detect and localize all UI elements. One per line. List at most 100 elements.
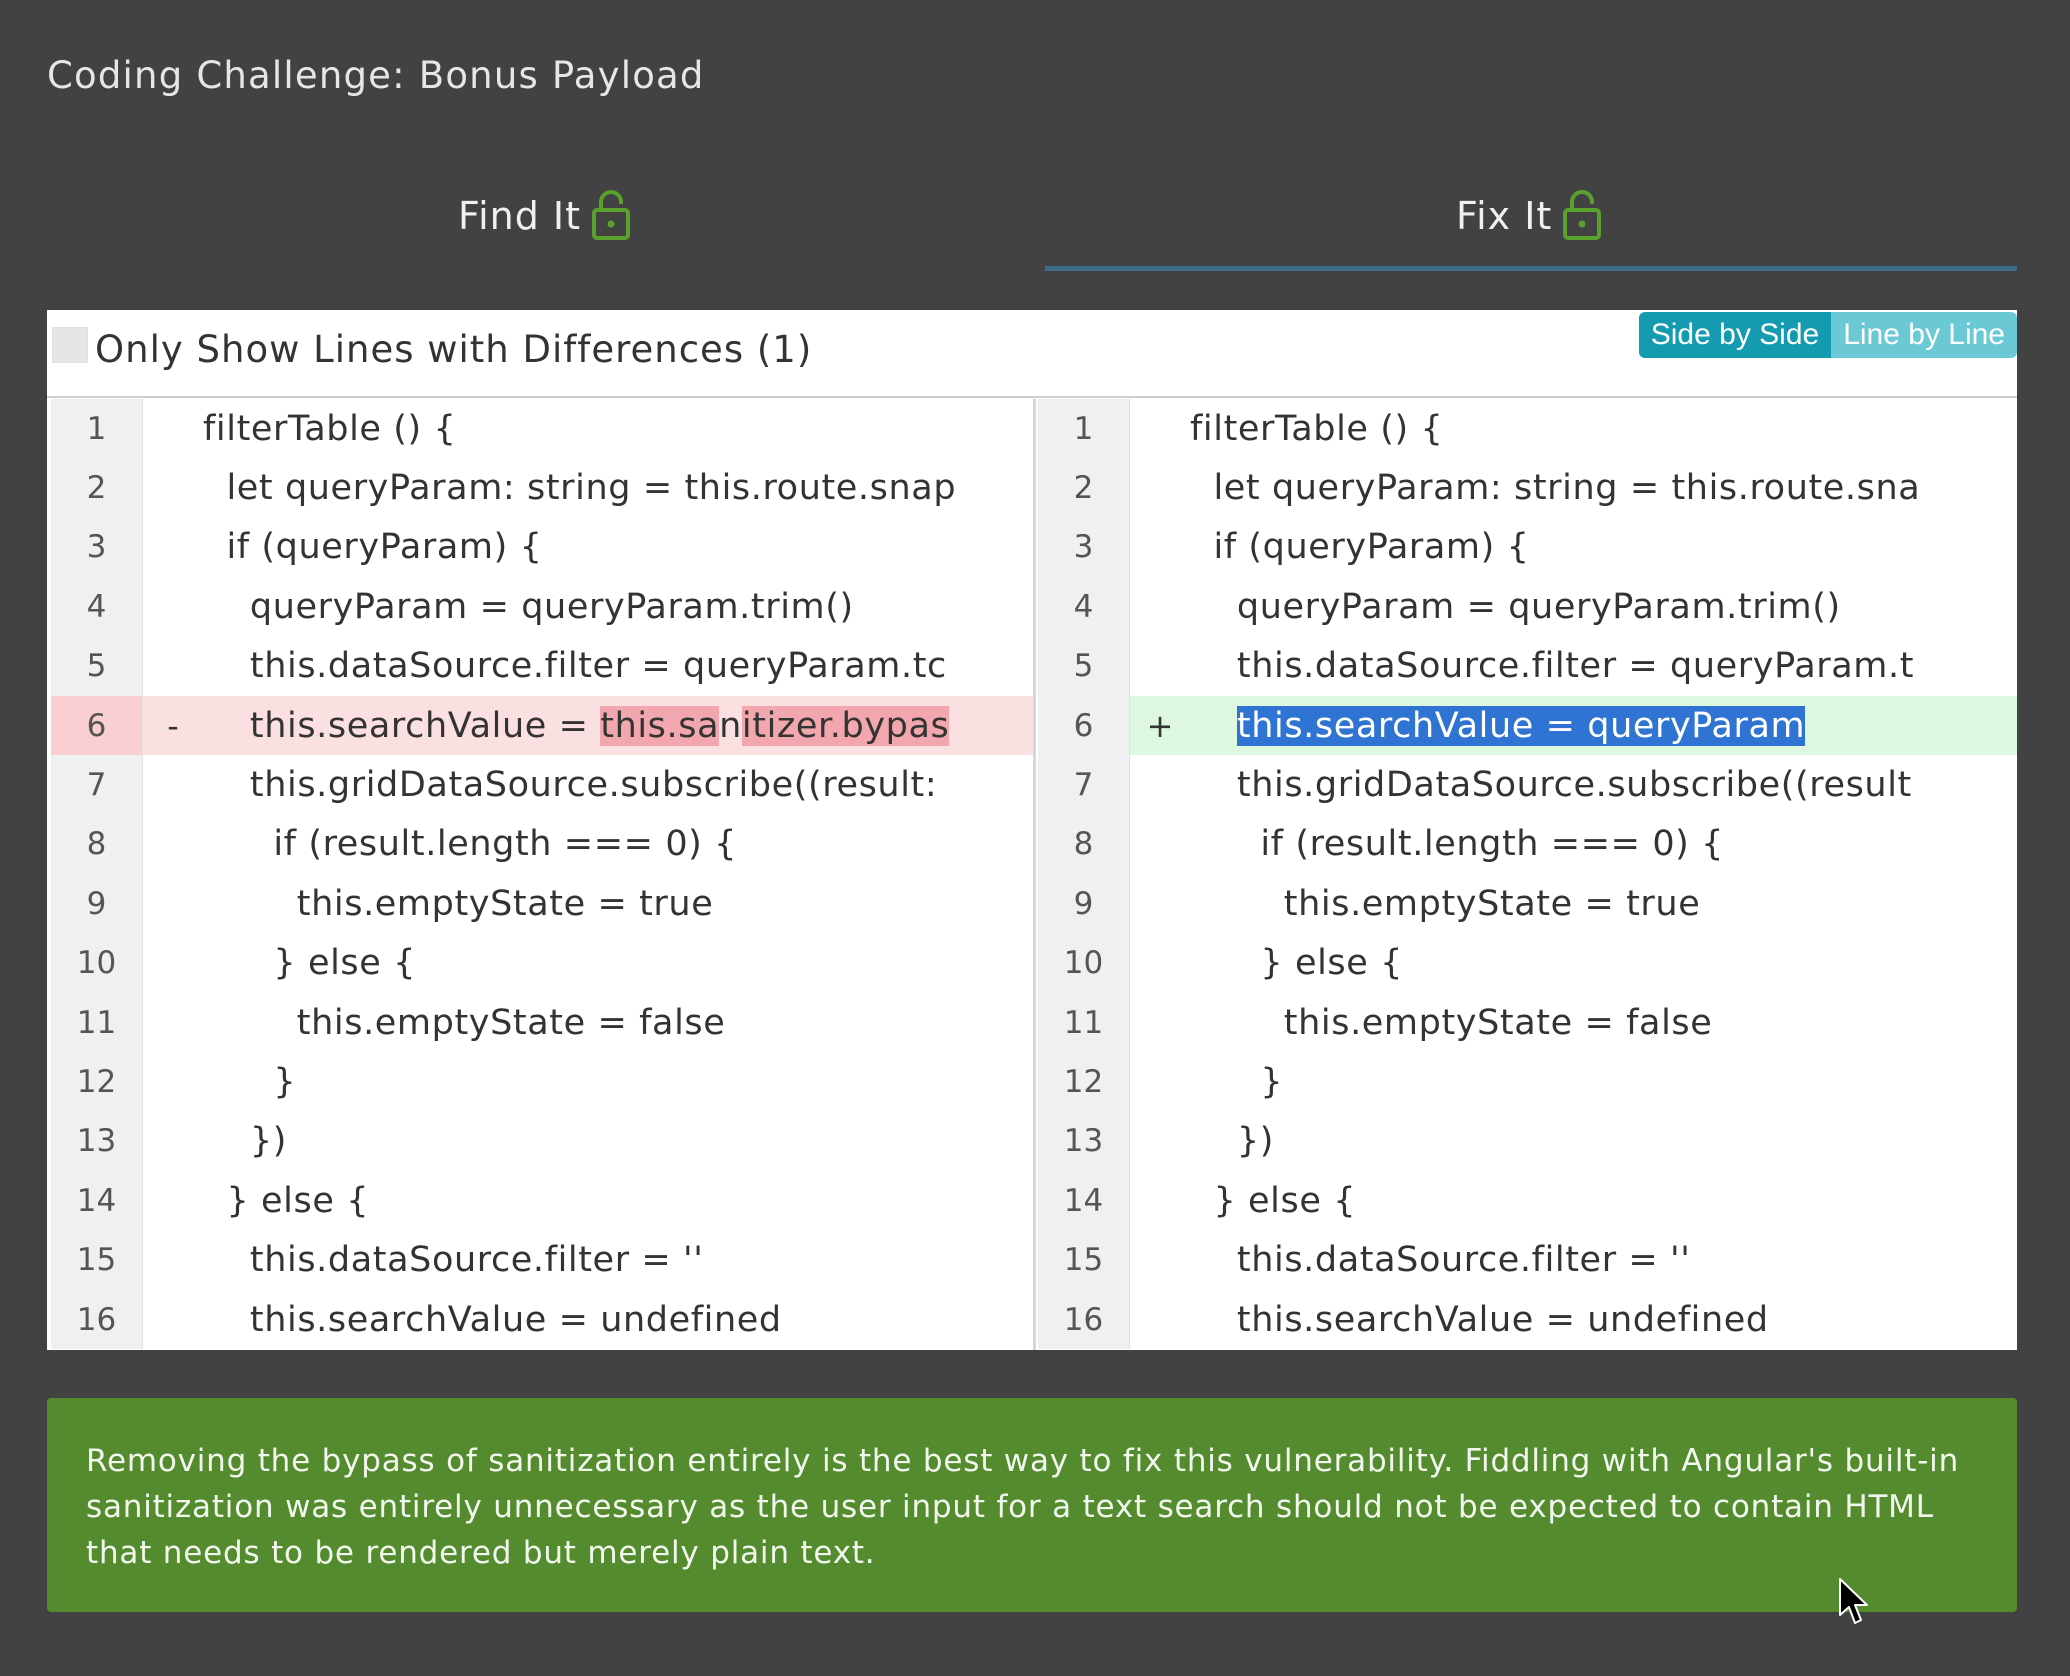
line-by-line-button[interactable]: Line by Line <box>1831 312 2017 358</box>
line-number: 12 <box>1038 1052 1130 1112</box>
line-number: 1 <box>51 399 143 459</box>
line-number: 7 <box>51 755 143 815</box>
code-text: this.emptyState = true <box>1190 883 1701 924</box>
line-number: 15 <box>51 1230 143 1290</box>
line-number: 10 <box>51 933 143 993</box>
line-number: 13 <box>1038 1111 1130 1172</box>
only-diff-label[interactable]: Only Show Lines with Differences (1) <box>95 318 812 382</box>
code-line: 3 if (queryParam) { <box>1038 517 2017 578</box>
code-text: }) <box>203 1121 288 1162</box>
line-number: 2 <box>1038 458 1130 518</box>
line-number: 9 <box>1038 874 1130 934</box>
original-code-pane: 1 filterTable () { 2 let queryParam: stri… <box>51 399 1033 1350</box>
code-text: queryParam = queryParam.trim() <box>1190 586 1841 627</box>
diff-viewer: Only Show Lines with Differences (1) Sid… <box>47 310 2017 1350</box>
code-line: 1 filterTable () { <box>51 399 1033 459</box>
removed-text-highlight: this.sa <box>600 705 720 746</box>
code-line: 1 filterTable () { <box>1038 399 2017 459</box>
tab-find-it[interactable]: Find It <box>458 190 631 242</box>
code-text: } else { <box>1190 943 1403 984</box>
code-line: 15 this.dataSource.filter = '' <box>51 1230 1033 1290</box>
line-number: 6 <box>51 695 143 756</box>
code-line: 13 }) <box>1038 1111 2017 1172</box>
code-line: 8 if (result.length === 0) { <box>1038 814 2017 875</box>
code-line: 13 }) <box>51 1111 1033 1172</box>
code-line: 8 if (result.length === 0) { <box>51 814 1033 875</box>
code-text: this.emptyState = true <box>203 883 714 924</box>
removed-text-highlight: itizer.bypas <box>741 705 950 746</box>
code-line: 12 } <box>51 1052 1033 1112</box>
code-text: } <box>203 1061 297 1102</box>
line-number: 1 <box>1038 399 1130 459</box>
line-number: 2 <box>51 458 143 518</box>
selected-text[interactable]: this.searchValue = queryParam <box>1236 705 1806 746</box>
code-segment: n <box>719 705 742 746</box>
code-line: 7 this.gridDataSource.subscribe((result: <box>51 755 1033 815</box>
code-line: 4 queryParam = queryParam.trim() <box>51 577 1033 637</box>
lock-open-icon <box>1563 190 1602 240</box>
line-number: 12 <box>51 1052 143 1112</box>
line-number: 14 <box>1038 1171 1130 1231</box>
code-text: } <box>1190 1061 1284 1102</box>
line-number: 3 <box>1038 517 1130 578</box>
line-number: 14 <box>51 1171 143 1231</box>
diff-toolbar: Only Show Lines with Differences (1) Sid… <box>47 310 2017 398</box>
code-text: if (queryParam) { <box>1190 527 1530 568</box>
deleted-code-line: 6- this.searchValue = this.sanitizer.byp… <box>51 695 1033 756</box>
code-text: queryParam = queryParam.trim() <box>203 586 854 627</box>
line-number: 11 <box>1038 992 1130 1053</box>
fixed-code-pane: 1 filterTable () { 2 let queryParam: stri… <box>1038 399 2017 1350</box>
tab-fix-it[interactable]: Fix It <box>1456 190 1602 242</box>
line-number: 5 <box>51 636 143 696</box>
code-text: this.emptyState = false <box>203 1002 726 1043</box>
code-text: if (result.length === 0) { <box>1190 824 1725 865</box>
line-number: 6 <box>1038 695 1130 756</box>
view-mode-switch: Side by Side Line by Line <box>1638 312 2017 358</box>
code-line: 14 } else { <box>51 1171 1033 1231</box>
active-tab-indicator <box>1045 266 2017 271</box>
tab-label: Find It <box>458 194 582 238</box>
code-text: this.emptyState = false <box>1190 1002 1713 1043</box>
insertion-marker: + <box>1146 706 1174 745</box>
code-text: let queryParam: string = this.route.sna <box>1190 468 1921 509</box>
line-number: 16 <box>1038 1289 1130 1350</box>
code-text: } else { <box>203 1180 370 1221</box>
code-segment: this.searchValue = <box>203 705 601 746</box>
mouse-cursor-icon <box>1839 1578 1868 1624</box>
code-line: 14 } else { <box>1038 1171 2017 1231</box>
side-by-side-button[interactable]: Side by Side <box>1638 312 1832 358</box>
line-number: 16 <box>51 1289 143 1350</box>
code-text: this.searchValue = this.sanitizer.bypas <box>203 705 950 746</box>
code-line: 7 this.gridDataSource.subscribe((result <box>1038 755 2017 815</box>
code-text: this.dataSource.filter = '' <box>203 1240 704 1281</box>
code-text: this.dataSource.filter = '' <box>1190 1240 1691 1281</box>
code-line: 2 let queryParam: string = this.route.sn… <box>1038 458 2017 518</box>
code-text: if (result.length === 0) { <box>203 824 738 865</box>
code-line: 12 } <box>1038 1052 2017 1112</box>
code-text: filterTable () { <box>1190 408 1444 449</box>
tab-label: Fix It <box>1456 194 1553 238</box>
code-text: filterTable () { <box>203 408 457 449</box>
line-number: 7 <box>1038 755 1130 815</box>
pane-divider <box>1033 399 1036 1350</box>
line-number: 5 <box>1038 636 1130 696</box>
line-number: 13 <box>51 1111 143 1172</box>
code-line: 10 } else { <box>51 933 1033 993</box>
line-number: 8 <box>51 814 143 875</box>
code-line: 16 this.searchValue = undefined <box>1038 1289 2017 1350</box>
code-line: 2 let queryParam: string = this.route.sn… <box>51 458 1033 518</box>
line-number: 9 <box>51 874 143 934</box>
line-number: 15 <box>1038 1230 1130 1290</box>
code-line: 10 } else { <box>1038 933 2017 993</box>
code-line: 15 this.dataSource.filter = '' <box>1038 1230 2017 1290</box>
code-line: 9 this.emptyState = true <box>1038 874 2017 934</box>
code-text: this.dataSource.filter = queryParam.t <box>1190 646 1915 687</box>
only-diff-checkbox[interactable] <box>52 327 88 363</box>
code-text: this.searchValue = undefined <box>1190 1299 1769 1340</box>
code-text: this.dataSource.filter = queryParam.tc <box>203 646 947 687</box>
page-title: Coding Challenge: Bonus Payload <box>47 54 705 97</box>
code-text: if (queryParam) { <box>203 527 543 568</box>
line-number: 11 <box>51 992 143 1053</box>
line-number: 3 <box>51 517 143 578</box>
